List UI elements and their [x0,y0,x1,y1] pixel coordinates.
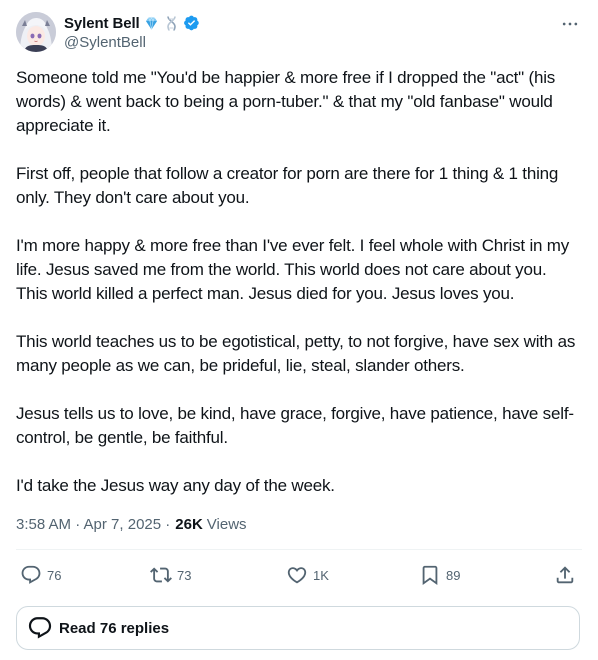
reply-button[interactable]: 76 [20,562,61,588]
avatar-image [16,12,56,52]
repost-icon [150,567,172,583]
repost-button[interactable]: 73 [150,562,191,588]
more-dots-icon [562,22,578,26]
like-count: 1K [313,567,329,583]
tweet-paragraph: First off, people that follow a creator … [16,164,559,207]
tweet-meta: 3:58 AM · Apr 7, 2025 · 26K Views [16,514,247,534]
reply-bubble-icon [27,615,53,641]
read-replies-button[interactable]: Read 76 replies [16,606,580,650]
views-count: 26K [175,515,203,533]
bookmark-button[interactable]: 89 [419,562,460,588]
verified-badge-icon[interactable] [183,15,200,32]
timestamp[interactable]: 3:58 AM · Apr 7, 2025 · [16,516,170,533]
more-options-button[interactable] [558,12,582,36]
action-bar: 76 73 1K 89 [16,562,582,588]
share-button[interactable] [554,562,576,588]
avatar[interactable] [16,12,56,52]
views-label: Views [206,515,247,533]
bookmark-icon [422,565,438,586]
tweet-paragraph: I'd take the Jesus way any day of the we… [16,476,335,495]
reply-icon [21,565,41,584]
tweet-paragraph: I'm more happy & more free than I've eve… [16,236,570,303]
tweet-paragraph: This world teaches us to be egotistical,… [16,332,576,375]
reply-count: 76 [47,567,62,583]
name-row: Sylent Bell [64,13,200,33]
bookmark-count: 89 [446,567,461,583]
divider [16,549,582,550]
like-button[interactable]: 1K [286,562,329,588]
repost-count: 73 [177,567,192,583]
read-replies-label: Read 76 replies [59,619,170,637]
dna-icon [163,15,180,32]
display-name[interactable]: Sylent Bell [64,15,140,32]
tweet-paragraph: Someone told me "You'd be happier & more… [16,68,556,135]
share-icon [556,566,574,584]
tweet-text: Someone told me "You'd be happier & more… [16,66,582,498]
heart-icon [287,567,307,584]
tweet-header: Sylent Bell @SylentBell [16,10,582,54]
tweet-paragraph: Jesus tells us to love, be kind, have gr… [16,404,574,447]
handle[interactable]: @SylentBell [64,34,146,51]
gem-icon [143,15,160,32]
